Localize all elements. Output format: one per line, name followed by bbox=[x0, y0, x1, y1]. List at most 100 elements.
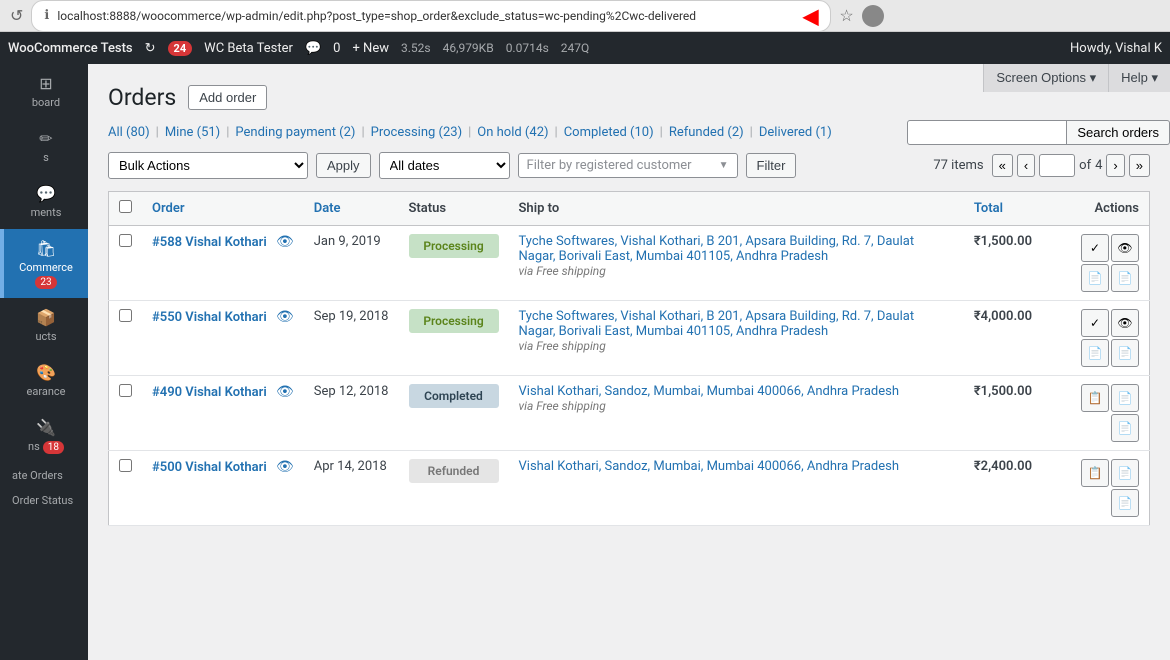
prev-page-button[interactable]: ‹ bbox=[1017, 154, 1035, 177]
sidebar-item-products[interactable]: 📦 ucts bbox=[0, 298, 88, 353]
sidebar-item-order-status[interactable]: Order Status bbox=[0, 488, 88, 513]
date-filter-select[interactable]: All dates January 2019 September 2018 Ap… bbox=[379, 152, 510, 179]
date-col-header[interactable]: Date bbox=[304, 192, 399, 226]
row-550-invoice-btn[interactable]: 📄 bbox=[1081, 339, 1109, 367]
row-588-packing-btn[interactable]: 📄 bbox=[1111, 264, 1139, 292]
filter-tab-refunded[interactable]: Refunded (2) bbox=[669, 123, 744, 142]
row-588-checkbox[interactable] bbox=[119, 234, 132, 247]
search-orders-button[interactable]: Search orders bbox=[1067, 120, 1170, 145]
next-page-button[interactable]: › bbox=[1106, 154, 1124, 177]
sidebar-item-woocommerce[interactable]: 🛍 Commerce 23 bbox=[0, 229, 88, 298]
row-500-checkbox[interactable] bbox=[119, 459, 132, 472]
user-avatar[interactable] bbox=[862, 5, 884, 27]
row-490-view-btn[interactable]: 📄 bbox=[1111, 384, 1139, 412]
last-page-button[interactable]: » bbox=[1129, 154, 1150, 177]
row-490-order: #490 Vishal Kothari 👁 bbox=[142, 376, 304, 451]
filter-tab-processing[interactable]: Processing (23) bbox=[371, 123, 462, 142]
sidebar-label-posts: s bbox=[43, 151, 49, 164]
order-col-header[interactable]: Order bbox=[142, 192, 304, 226]
total-col-header[interactable]: Total bbox=[964, 192, 1042, 226]
dropdown-arrow-icon: ▼ bbox=[719, 160, 729, 171]
sidebar-item-plugins[interactable]: 🔌 ns 18 bbox=[0, 408, 88, 463]
table-row: #550 Vishal Kothari 👁 Sep 19, 2018 Proce… bbox=[109, 301, 1150, 376]
actions-col-header: Actions bbox=[1042, 192, 1150, 226]
sidebar-item-create-orders[interactable]: ate Orders bbox=[0, 463, 88, 488]
customer-filter-dropdown[interactable]: Filter by registered customer ▼ bbox=[518, 153, 738, 178]
filter-sep-5: | bbox=[555, 125, 558, 140]
add-order-button[interactable]: Add order bbox=[188, 85, 267, 110]
row-588-check bbox=[109, 226, 143, 301]
page-number-input[interactable]: 1 bbox=[1039, 154, 1075, 177]
reload-icon[interactable]: ↺ bbox=[10, 6, 23, 25]
row-588-order: #588 Vishal Kothari 👁 bbox=[142, 226, 304, 301]
row-490-view-icon[interactable]: 👁 bbox=[276, 384, 294, 400]
row-550-view-icon[interactable]: 👁 bbox=[276, 309, 294, 325]
perf2: 46,979KB bbox=[443, 41, 494, 55]
row-588-actions: ✓ 👁 📄 📄 bbox=[1042, 226, 1150, 301]
bookmark-icon[interactable]: ☆ bbox=[839, 6, 853, 25]
first-page-button[interactable]: « bbox=[992, 154, 1013, 177]
products-icon: 📦 bbox=[12, 308, 80, 327]
perf4: 247Q bbox=[561, 41, 590, 55]
row-490-order-link[interactable]: #490 Vishal Kothari bbox=[152, 385, 267, 400]
filter-tab-completed[interactable]: Completed (10) bbox=[564, 123, 654, 142]
row-490-ship-link[interactable]: Vishal Kothari, Sandoz, Mumbai, Mumbai 4… bbox=[519, 384, 900, 399]
url-bar[interactable]: ℹ localhost:8888/woocommerce/wp-admin/ed… bbox=[31, 0, 831, 32]
row-550-view-btn[interactable]: 👁 bbox=[1111, 309, 1139, 337]
row-500-ship: Vishal Kothari, Sandoz, Mumbai, Mumbai 4… bbox=[509, 451, 964, 526]
row-550-complete-btn[interactable]: ✓ bbox=[1081, 309, 1109, 337]
filter-sep-6: | bbox=[660, 125, 663, 140]
row-490-status: Completed bbox=[399, 376, 509, 451]
filter-tab-all[interactable]: All (80) bbox=[108, 123, 150, 142]
filter-button[interactable]: Filter bbox=[746, 153, 797, 178]
row-588-view-icon[interactable]: 👁 bbox=[276, 234, 294, 250]
row-490-checkbox[interactable] bbox=[119, 384, 132, 397]
sidebar-label-woocommerce: Commerce bbox=[19, 261, 73, 274]
sidebar-item-comments[interactable]: 💬 ments bbox=[0, 174, 88, 229]
row-500-invoice-btn[interactable]: 📋 bbox=[1081, 459, 1109, 487]
sidebar-item-posts[interactable]: ✏ s bbox=[0, 119, 88, 174]
filter-tab-pending[interactable]: Pending payment (2) bbox=[235, 123, 355, 142]
row-588-invoice-btn[interactable]: 📄 bbox=[1081, 264, 1109, 292]
search-orders-input[interactable] bbox=[907, 120, 1067, 145]
orders-table: Order Date Status Ship to Total Actions … bbox=[108, 191, 1150, 526]
select-all-checkbox[interactable] bbox=[119, 200, 132, 213]
row-490-invoice-btn[interactable]: 📋 bbox=[1081, 384, 1109, 412]
sidebar-item-dashboard[interactable]: ⊞ board bbox=[0, 64, 88, 119]
sync-icon[interactable]: ↻ bbox=[145, 41, 156, 56]
info-icon: ℹ bbox=[44, 8, 49, 23]
comment-icon: 💬 bbox=[305, 41, 321, 56]
row-588-ship-link[interactable]: Tyche Softwares, Vishal Kothari, B 201, … bbox=[519, 234, 915, 264]
new-button[interactable]: + New bbox=[352, 41, 389, 56]
row-490-check bbox=[109, 376, 143, 451]
filter-tab-mine[interactable]: Mine (51) bbox=[165, 123, 220, 142]
plugin-name[interactable]: WC Beta Tester bbox=[204, 41, 293, 56]
howdy[interactable]: Howdy, Vishal K bbox=[1070, 41, 1162, 56]
sidebar-item-appearance[interactable]: 🎨 earance bbox=[0, 353, 88, 408]
row-588-view-btn[interactable]: 👁 bbox=[1111, 234, 1139, 262]
row-490-packing-btn[interactable]: 📄 bbox=[1111, 414, 1139, 442]
row-588-complete-btn[interactable]: ✓ bbox=[1081, 234, 1109, 262]
row-550-ship-link[interactable]: Tyche Softwares, Vishal Kothari, B 201, … bbox=[519, 309, 915, 339]
row-500-status-badge: Refunded bbox=[409, 459, 499, 483]
filter-tab-onhold[interactable]: On hold (42) bbox=[477, 123, 548, 142]
site-name[interactable]: WooCommerce Tests bbox=[8, 41, 133, 56]
help-button[interactable]: Help ▾ bbox=[1108, 64, 1170, 92]
row-550-order-link[interactable]: #550 Vishal Kothari bbox=[152, 310, 267, 325]
row-500-packing-btn[interactable]: 📄 bbox=[1111, 489, 1139, 517]
row-550-packing-btn[interactable]: 📄 bbox=[1111, 339, 1139, 367]
customer-filter-placeholder: Filter by registered customer bbox=[527, 158, 692, 173]
screen-options-button[interactable]: Screen Options ▾ bbox=[983, 64, 1108, 92]
row-550-checkbox[interactable] bbox=[119, 309, 132, 322]
row-500-view-icon[interactable]: 👁 bbox=[276, 459, 294, 475]
row-500-order-link[interactable]: #500 Vishal Kothari bbox=[152, 460, 267, 475]
bulk-actions-select[interactable]: Bulk Actions bbox=[108, 152, 308, 179]
browser-bar: ↺ ℹ localhost:8888/woocommerce/wp-admin/… bbox=[0, 0, 1170, 32]
filter-tab-delivered[interactable]: Delivered (1) bbox=[759, 123, 832, 142]
create-orders-label: ate Orders bbox=[12, 469, 63, 482]
row-588-order-link[interactable]: #588 Vishal Kothari bbox=[152, 235, 267, 250]
row-500-view-btn[interactable]: 📄 bbox=[1111, 459, 1139, 487]
filter-sep-4: | bbox=[468, 125, 471, 140]
apply-button[interactable]: Apply bbox=[316, 153, 371, 178]
row-500-ship-link[interactable]: Vishal Kothari, Sandoz, Mumbai, Mumbai 4… bbox=[519, 459, 900, 474]
